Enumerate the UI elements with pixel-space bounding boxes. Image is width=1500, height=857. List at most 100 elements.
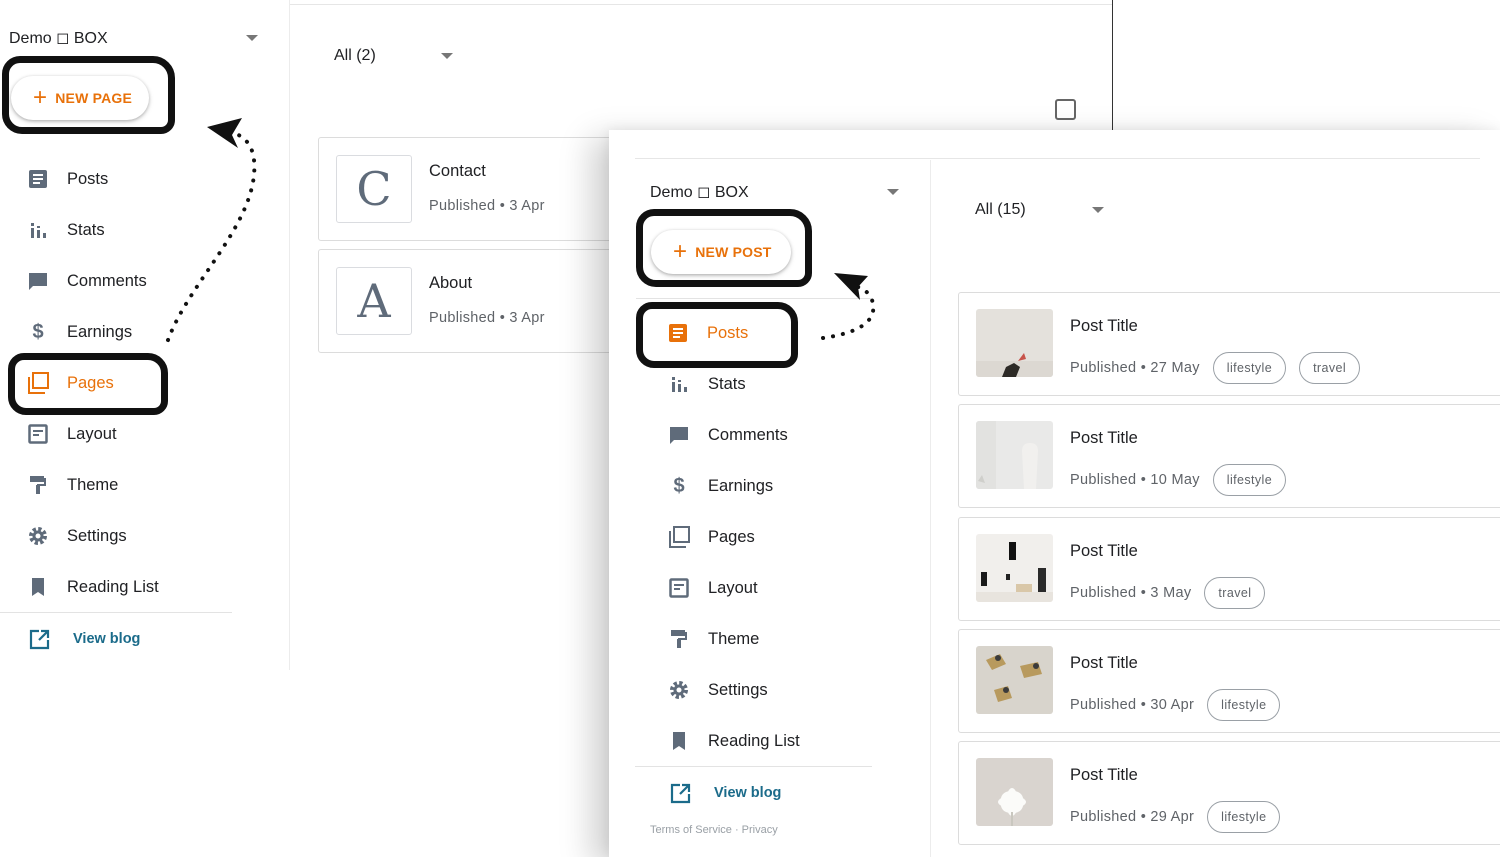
post-status-date: Published • 3 May	[1070, 585, 1192, 601]
filter-label: All (2)	[334, 47, 376, 64]
post-title: Post Title	[1070, 429, 1138, 447]
sidebar-item-stats[interactable]: Stats	[27, 215, 105, 245]
page-title: About	[429, 274, 473, 292]
page-meta: Published • 3 Apr	[429, 198, 545, 214]
sidebar-item-theme[interactable]: Theme	[668, 624, 759, 654]
label-chip[interactable]: lifestyle	[1207, 801, 1281, 833]
sidebar-item-label: Layout	[67, 424, 117, 443]
new-page-label: NEW PAGE	[55, 90, 133, 106]
page-avatar: C	[336, 155, 412, 223]
sidebar-item-label: Earnings	[67, 322, 133, 341]
page-row[interactable]: A About Published • 3 Apr	[318, 249, 638, 353]
gear-icon	[27, 525, 49, 547]
blog-selector[interactable]: Demo ◻ BOX	[9, 28, 108, 48]
sidebar-item-pages[interactable]: Pages	[668, 522, 755, 552]
select-all-checkbox[interactable]	[1055, 99, 1076, 120]
plus-icon: +	[33, 84, 48, 111]
sidebar-item-label: Pages	[67, 373, 114, 392]
label-chip[interactable]: lifestyle	[1207, 689, 1281, 721]
gear-icon	[668, 679, 690, 701]
sidebar-item-layout[interactable]: Layout	[668, 573, 758, 603]
blog-selector[interactable]: Demo ◻ BOX	[650, 182, 749, 202]
label-chip[interactable]: travel	[1299, 352, 1361, 384]
stats-icon	[668, 373, 690, 395]
post-meta: Published • 10 May lifestyle	[1070, 464, 1287, 496]
sidebar-item-label: Layout	[708, 578, 758, 597]
sidebar-item-reading-list[interactable]: Reading List	[668, 726, 800, 756]
sidebar-item-label: Posts	[67, 169, 109, 188]
sidebar-divider	[930, 160, 931, 857]
post-title: Post Title	[1070, 542, 1138, 560]
sidebar-item-earnings[interactable]: $ Earnings	[668, 471, 773, 501]
post-meta: Published • 3 May travel	[1070, 577, 1266, 609]
post-thumbnail	[976, 534, 1053, 602]
pages-filter[interactable]: All (2)	[334, 47, 376, 65]
post-meta: Published • 27 May lifestyle travel	[1070, 352, 1361, 384]
sidebar-item-settings[interactable]: Settings	[668, 675, 768, 705]
sidebar-item-settings[interactable]: Settings	[27, 521, 127, 551]
post-status-date: Published • 29 Apr	[1070, 809, 1195, 825]
sidebar-item-label: Stats	[708, 374, 746, 393]
filter-chevron-icon[interactable]	[1092, 207, 1104, 213]
label-chip[interactable]: lifestyle	[1212, 352, 1287, 384]
layout-icon	[27, 423, 49, 445]
external-link-icon	[28, 628, 50, 650]
post-row[interactable]: Post Title Published • 29 Apr lifestyle	[958, 741, 1500, 845]
sidebar-item-reading-list[interactable]: Reading List	[27, 572, 159, 602]
view-blog-link[interactable]: View blog	[28, 624, 140, 654]
posts-window: Demo ◻ BOX + NEW POST Posts Stats Commen…	[609, 130, 1500, 857]
filter-chevron-icon[interactable]	[441, 53, 453, 59]
sidebar-item-posts[interactable]: Posts	[27, 164, 108, 194]
sidebar-divider	[289, 0, 290, 670]
view-blog-link[interactable]: View blog	[669, 778, 781, 808]
sidebar-item-comments[interactable]: Comments	[27, 266, 147, 296]
sidebar-item-label: Earnings	[708, 476, 774, 495]
sidebar-item-posts[interactable]: Posts	[667, 318, 748, 348]
new-page-button[interactable]: + NEW PAGE	[11, 76, 149, 120]
post-row[interactable]: Post Title Published • 3 May travel	[958, 517, 1500, 621]
stats-icon	[27, 219, 49, 241]
top-divider	[635, 158, 1480, 159]
view-blog-label: View blog	[73, 631, 141, 647]
theme-icon	[668, 628, 690, 650]
earnings-icon: $	[673, 474, 685, 497]
page-row[interactable]: C Contact Published • 3 Apr	[318, 137, 638, 241]
blog-selector-chevron-icon[interactable]	[246, 35, 258, 41]
post-row[interactable]: Post Title Published • 27 May lifestyle …	[958, 292, 1500, 396]
sidebar-item-label: Theme	[708, 629, 760, 648]
label-chip[interactable]: lifestyle	[1212, 464, 1287, 496]
new-post-button[interactable]: + NEW POST	[651, 230, 791, 274]
blog-name: Demo ◻ BOX	[9, 30, 108, 47]
theme-icon	[27, 474, 49, 496]
sidebar-item-layout[interactable]: Layout	[27, 419, 117, 449]
footer-links[interactable]: Terms of Service · Privacy	[650, 824, 778, 836]
sidebar-item-label: Comments	[708, 425, 788, 444]
post-status-date: Published • 30 Apr	[1070, 697, 1195, 713]
post-title: Post Title	[1070, 654, 1138, 672]
posts-icon	[667, 322, 689, 344]
comments-icon	[27, 270, 49, 292]
blog-name: Demo ◻ BOX	[650, 184, 749, 201]
post-title: Post Title	[1070, 766, 1138, 784]
post-thumbnail	[976, 421, 1053, 489]
sidebar-item-stats[interactable]: Stats	[668, 369, 746, 399]
posts-filter[interactable]: All (15)	[975, 201, 1026, 219]
sidebar-item-earnings[interactable]: $ Earnings	[27, 317, 132, 347]
sidebar-item-theme[interactable]: Theme	[27, 470, 118, 500]
sidebar-item-label: Settings	[708, 680, 768, 699]
post-row[interactable]: Post Title Published • 10 May lifestyle	[958, 404, 1500, 508]
bookmark-icon	[27, 576, 49, 598]
sidebar-item-label: Theme	[67, 475, 119, 494]
label-chip[interactable]: travel	[1204, 577, 1266, 609]
post-row[interactable]: Post Title Published • 30 Apr lifestyle	[958, 629, 1500, 733]
sidebar-item-comments[interactable]: Comments	[668, 420, 788, 450]
sidebar-item-label: Settings	[67, 526, 127, 545]
sidebar-separator	[0, 612, 232, 613]
blog-selector-chevron-icon[interactable]	[887, 189, 899, 195]
page-avatar: A	[336, 267, 412, 335]
post-title: Post Title	[1070, 317, 1138, 335]
comments-icon	[668, 424, 690, 446]
pages-icon	[27, 372, 49, 394]
plus-icon: +	[673, 238, 688, 265]
sidebar-item-pages[interactable]: Pages	[27, 368, 114, 398]
